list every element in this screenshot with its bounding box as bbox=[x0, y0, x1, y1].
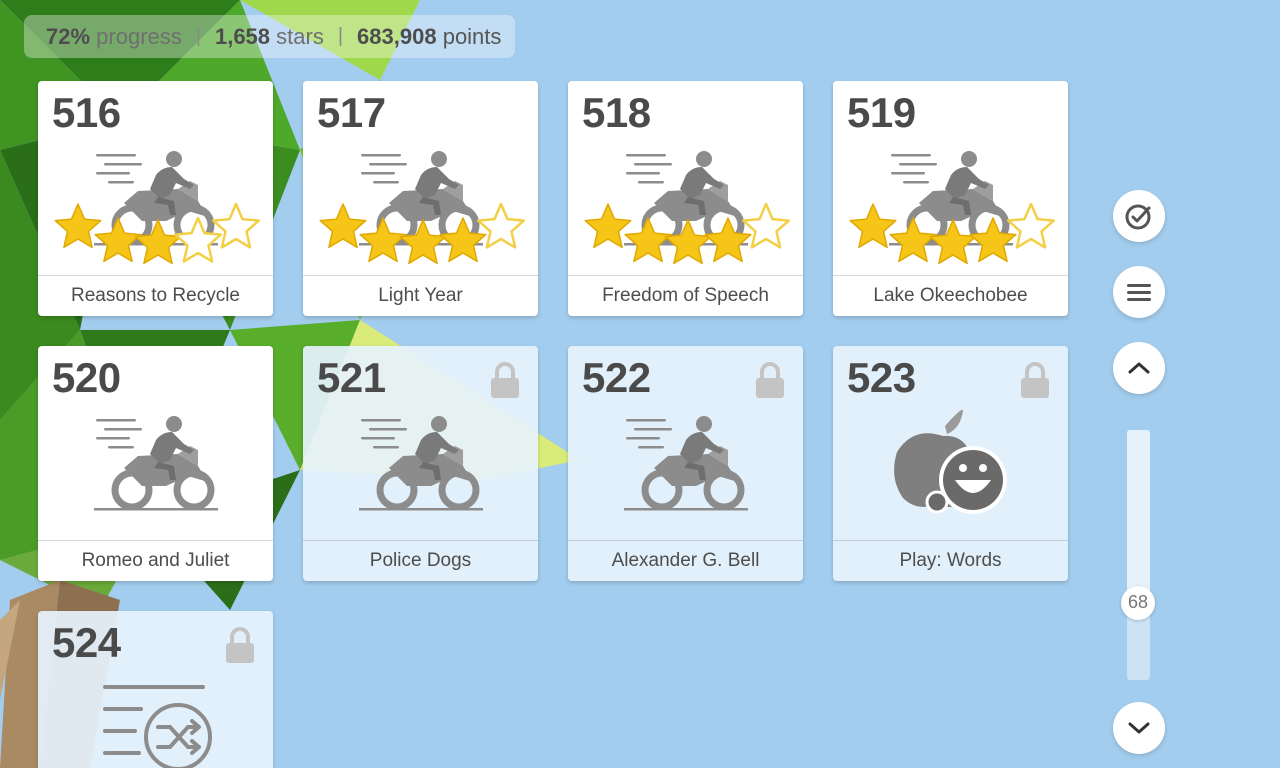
lesson-title: Freedom of Speech bbox=[568, 275, 803, 316]
lesson-card-522[interactable]: 522 Alexander G. Bell bbox=[568, 346, 803, 581]
lock-icon bbox=[226, 627, 254, 663]
star-filled-icon bbox=[54, 203, 102, 249]
separator: | bbox=[337, 25, 344, 47]
lock-icon bbox=[756, 362, 784, 398]
motorcycle-icon bbox=[319, 151, 526, 265]
lesson-title: Police Dogs bbox=[303, 540, 538, 581]
lesson-card-523[interactable]: 523 Play: Words bbox=[833, 346, 1068, 581]
lesson-card-524[interactable]: 524 bbox=[38, 611, 273, 768]
menu-icon bbox=[1127, 284, 1151, 301]
chevron-up-icon bbox=[1128, 362, 1150, 374]
scroll-down-button[interactable] bbox=[1113, 702, 1165, 754]
check-icon bbox=[1125, 204, 1151, 230]
lesson-card-518[interactable]: 518 Freedom of Speech bbox=[568, 81, 803, 316]
separator: | bbox=[195, 25, 201, 47]
lesson-number: 517 bbox=[317, 89, 386, 136]
lesson-number: 522 bbox=[582, 354, 651, 401]
shuffle-list-icon bbox=[103, 685, 212, 768]
star-filled-icon bbox=[624, 217, 672, 263]
star-filled-icon bbox=[319, 203, 367, 249]
star-filled-icon bbox=[889, 217, 937, 263]
motorcycle-icon bbox=[584, 151, 791, 265]
lesson-number: 521 bbox=[317, 354, 386, 401]
scroll-thumb[interactable]: 68 bbox=[1121, 585, 1155, 620]
lesson-title: Reasons to Recycle bbox=[38, 275, 273, 316]
motorcycle-icon bbox=[359, 416, 483, 511]
lesson-title: Lake Okeechobee bbox=[833, 275, 1068, 316]
lesson-title: Light Year bbox=[303, 275, 538, 316]
lesson-card-521[interactable]: 521 Police Dogs bbox=[303, 346, 538, 581]
star-empty-icon bbox=[741, 202, 791, 249]
star-empty-icon bbox=[211, 202, 261, 249]
star-filled-icon bbox=[359, 217, 407, 263]
star-filled-icon bbox=[94, 217, 142, 263]
lesson-title: Alexander G. Bell bbox=[568, 540, 803, 581]
lesson-number: 524 bbox=[52, 619, 121, 666]
stars-stat: 1,658 stars bbox=[214, 23, 324, 49]
lesson-card-519[interactable]: 519 Lake Okeechobee bbox=[833, 81, 1068, 316]
scroll-up-button[interactable] bbox=[1113, 342, 1165, 394]
menu-button[interactable] bbox=[1113, 266, 1165, 318]
star-filled-icon bbox=[849, 203, 897, 249]
star-filled-icon bbox=[584, 203, 632, 249]
motorcycle-icon bbox=[624, 416, 748, 511]
lesson-number: 518 bbox=[582, 89, 651, 136]
motorcycle-icon bbox=[54, 151, 261, 265]
lesson-card-517[interactable]: 517 Light Year bbox=[303, 81, 538, 316]
lesson-number: 519 bbox=[847, 89, 916, 136]
lesson-title: Play: Words bbox=[833, 540, 1068, 581]
star-empty-icon bbox=[1006, 202, 1056, 249]
lesson-card-516[interactable]: 516 Reasons to Recycle bbox=[38, 81, 273, 316]
completed-filter-button[interactable] bbox=[1113, 190, 1165, 242]
motorcycle-icon bbox=[94, 416, 218, 511]
lesson-title: Romeo and Juliet bbox=[38, 540, 273, 581]
lesson-number: 516 bbox=[52, 89, 121, 136]
lesson-card-520[interactable]: 520 Romeo and Juliet bbox=[38, 346, 273, 581]
lesson-number: 523 bbox=[847, 354, 916, 401]
apple-mascot-icon bbox=[894, 409, 1007, 514]
chevron-down-icon bbox=[1128, 722, 1150, 734]
lesson-number: 520 bbox=[52, 354, 121, 401]
progress-summary: 72% progress | 1,658 stars | 683,908 poi… bbox=[24, 15, 516, 58]
progress-stat: 72% progress bbox=[46, 23, 182, 49]
star-empty-icon bbox=[476, 202, 526, 249]
lock-icon bbox=[1021, 362, 1049, 398]
scroll-track[interactable] bbox=[1127, 430, 1150, 680]
motorcycle-icon bbox=[849, 151, 1056, 265]
points-stat: 683,908 points bbox=[357, 23, 502, 49]
lock-icon bbox=[491, 362, 519, 398]
scroll-track-fill bbox=[1127, 430, 1150, 603]
